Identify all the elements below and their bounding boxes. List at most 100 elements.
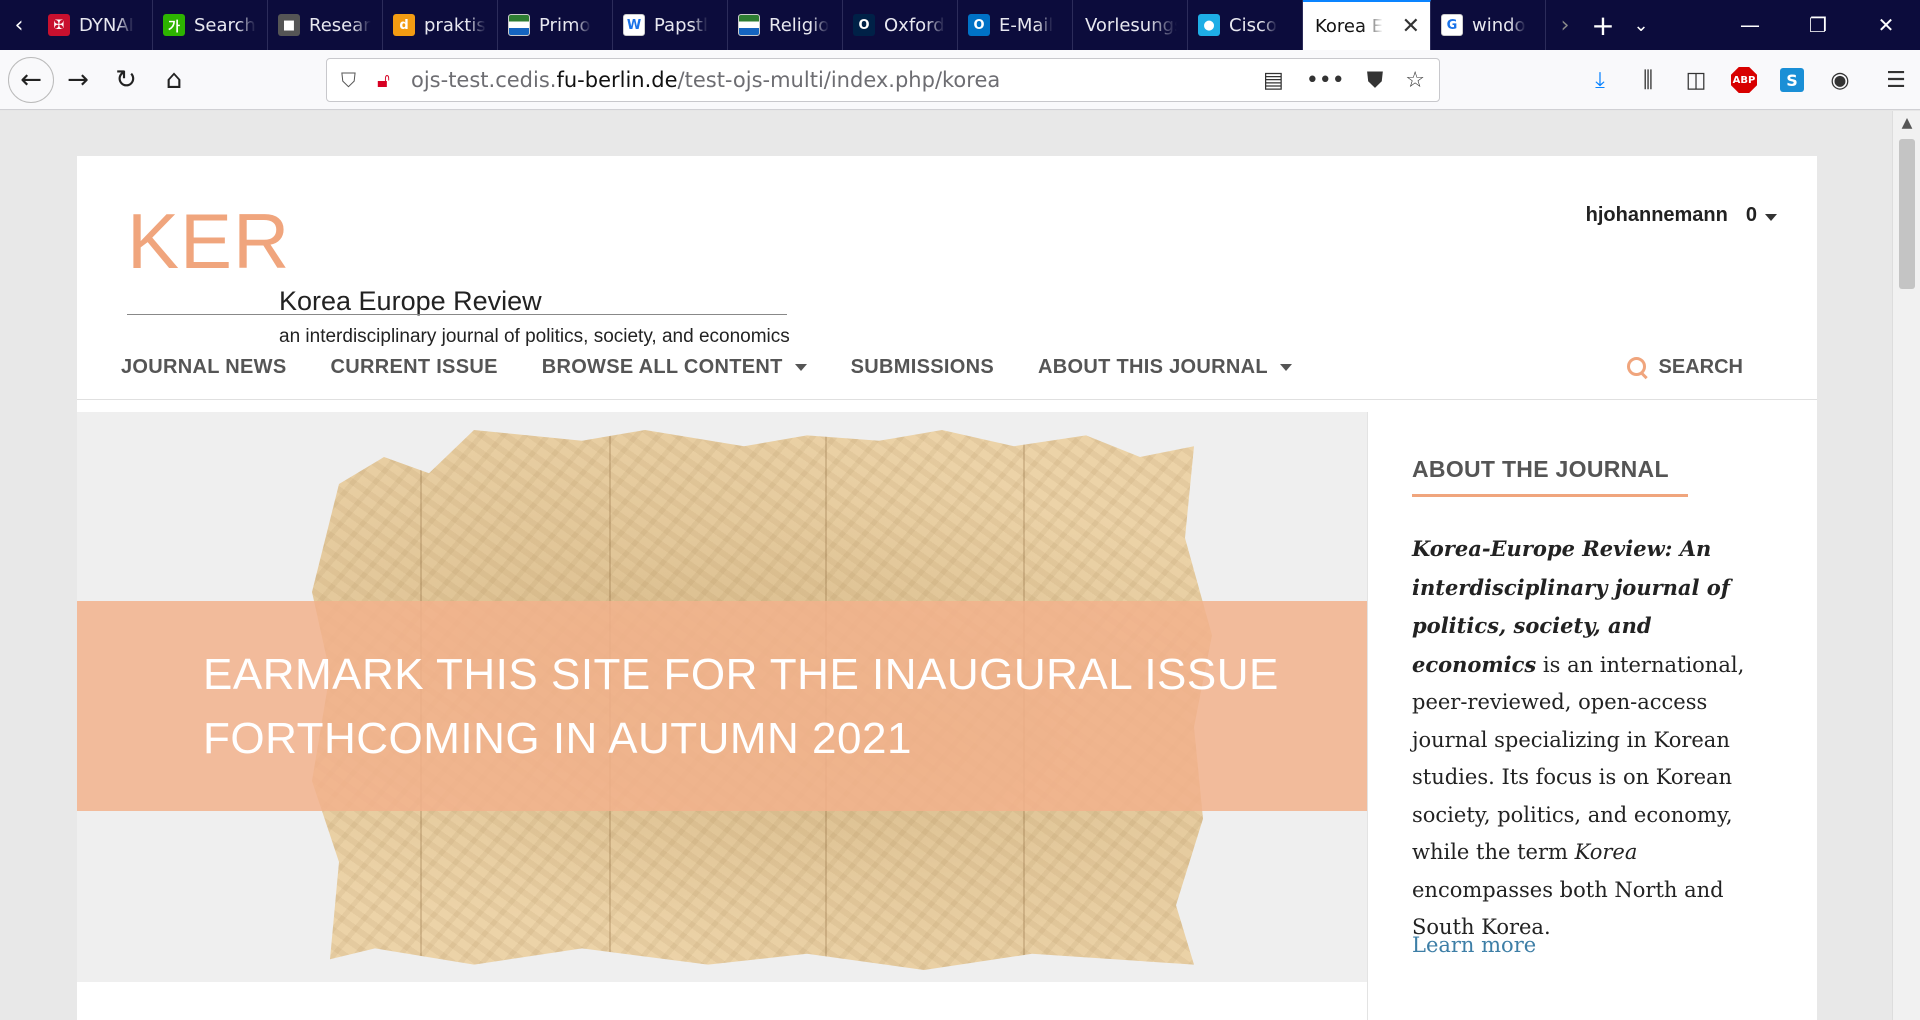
nav-items: JOURNAL NEWS CURRENT ISSUE BROWSE ALL CONT…: [121, 350, 1292, 384]
d-letter-icon: d: [393, 14, 415, 36]
bookmark-star-icon[interactable]: ☆: [1405, 68, 1425, 93]
main-navigation: JOURNAL NEWS CURRENT ISSUE BROWSE ALL CONT…: [77, 350, 1817, 400]
browser-tab[interactable]: Vorlesungs: [1073, 0, 1188, 50]
tab-label: Religio: [769, 14, 830, 36]
browser-tab[interactable]: ● Cisco: [1188, 0, 1303, 50]
tab-label: Papstl: [654, 14, 708, 36]
browser-tab[interactable]: 가 Search: [153, 0, 268, 50]
new-tab-icon[interactable]: +: [1584, 0, 1622, 50]
library-flag-icon: [508, 14, 530, 36]
reader-view-icon[interactable]: ▤: [1263, 68, 1284, 93]
search-label: SEARCH: [1658, 355, 1743, 378]
outlook-icon: O: [968, 14, 990, 36]
university-crest-icon: ✠: [48, 14, 70, 36]
journal-page: KER Korea Europe Review an interdiscipli…: [77, 156, 1817, 1020]
sidebar: ABOUT THE JOURNAL Korea-Europe Review: A…: [1367, 412, 1817, 1020]
tab-label: Resear: [309, 14, 371, 36]
tab-label: Cisco: [1229, 14, 1277, 36]
oxford-icon: O: [853, 14, 875, 36]
nav-item-label: ABOUT THIS JOURNAL: [1038, 355, 1268, 378]
scroll-tabs-right-icon[interactable]: ›: [1546, 0, 1584, 50]
google-icon: G: [1441, 14, 1463, 36]
url-text[interactable]: ojs-test.cedis.fu-berlin.de/test-ojs-mul…: [411, 68, 1000, 92]
insecure-lock-icon[interactable]: 🔓︎: [377, 68, 403, 92]
tab-label: Search: [194, 14, 256, 36]
navigation-toolbar: ← → ↻ ⌂ ⛉ 🔓︎ ojs-test.cedis.fu-berlin.de…: [0, 50, 1920, 110]
tab-label: Oxford: [884, 14, 945, 36]
journal-logo[interactable]: KER Korea Europe Review an interdiscipli…: [127, 202, 790, 347]
hero-announcement: EARMARK THIS SITE FOR THE INAUGURAL ISSU…: [203, 650, 1279, 763]
user-menu[interactable]: hjohannemann 0: [1586, 204, 1777, 227]
journal-tagline: an interdisciplinary journal of politics…: [279, 326, 790, 347]
sidebar-title: ABOUT THE JOURNAL: [1412, 456, 1669, 482]
browser-tab[interactable]: O E-Mail: [958, 0, 1073, 50]
library-icon[interactable]: ⫼: [1624, 56, 1672, 104]
scroll-up-arrow-icon[interactable]: ▲: [1893, 115, 1920, 131]
s-extension-icon[interactable]: S: [1768, 56, 1816, 104]
notification-count[interactable]: 0: [1746, 204, 1777, 227]
restore-window-icon[interactable]: ❐: [1784, 0, 1852, 50]
sidebar-toggle-icon[interactable]: ◫: [1672, 56, 1720, 104]
chevron-down-icon: [1279, 363, 1292, 371]
tracking-protection-shield-icon[interactable]: ⛉: [341, 68, 365, 92]
browser-tab[interactable]: W Papstl: [613, 0, 728, 50]
nav-item-current-issue[interactable]: CURRENT ISSUE: [330, 350, 497, 384]
wordpress-icon: W: [623, 14, 645, 36]
browser-tab[interactable]: Primo: [498, 0, 613, 50]
tab-label: Vorlesungs: [1085, 14, 1177, 36]
hero-banner: EARMARK THIS SITE FOR THE INAUGURAL ISSU…: [77, 601, 1367, 811]
page-viewport: KER Korea Europe Review an interdiscipli…: [0, 111, 1920, 1020]
hamburger-menu-icon[interactable]: ☰: [1872, 56, 1920, 104]
webex-icon: ●: [1198, 14, 1220, 36]
adblock-plus-icon[interactable]: ABP: [1720, 56, 1768, 104]
learn-more-link[interactable]: Learn more: [1412, 933, 1536, 957]
page-scrollbar[interactable]: ▲: [1892, 111, 1920, 1020]
search-link[interactable]: SEARCH: [1626, 350, 1743, 384]
home-icon[interactable]: ⌂: [150, 56, 198, 104]
about-description: Korea-Europe Review: An interdisciplinar…: [1412, 536, 1745, 939]
nav-item-label: SUBMISSIONS: [850, 355, 994, 378]
nav-item-about-this-journal[interactable]: ABOUT THIS JOURNAL: [1038, 350, 1292, 384]
pocket-icon[interactable]: ⛊: [1367, 68, 1384, 93]
browser-tab[interactable]: Gwindo: [1431, 0, 1546, 50]
address-bar[interactable]: ⛉ 🔓︎ ojs-test.cedis.fu-berlin.de/test-oj…: [326, 58, 1440, 102]
library-flag-icon: [738, 14, 760, 36]
close-tab-icon[interactable]: ✕: [1402, 14, 1420, 39]
browser-tab[interactable]: d praktis: [383, 0, 498, 50]
browser-tab[interactable]: ✠ DYNAI: [38, 0, 153, 50]
logo-divider: [127, 314, 787, 315]
chevron-down-icon: [794, 363, 807, 371]
minimize-window-icon[interactable]: —: [1716, 0, 1784, 50]
tab-label: E-Mail: [999, 14, 1054, 36]
scrollbar-thumb[interactable]: [1899, 139, 1915, 289]
nav-item-browse-all-content[interactable]: BROWSE ALL CONTENT: [542, 350, 807, 384]
homepage-hero: EARMARK THIS SITE FOR THE INAUGURAL ISSU…: [77, 412, 1367, 982]
username[interactable]: hjohannemann: [1586, 204, 1728, 227]
nav-item-label: JOURNAL NEWS: [121, 355, 287, 378]
browser-tab[interactable]: Religio: [728, 0, 843, 50]
close-window-icon[interactable]: ✕: [1852, 0, 1920, 50]
nav-item-label: BROWSE ALL CONTENT: [541, 355, 783, 378]
scroll-tabs-left-icon[interactable]: ‹: [0, 0, 38, 50]
browser-tab[interactable]: Korea E ✕: [1303, 0, 1431, 50]
korean-dictionary-icon: 가: [163, 14, 185, 36]
nav-item-label: CURRENT ISSUE: [330, 355, 498, 378]
list-all-tabs-icon[interactable]: ⌄: [1622, 0, 1660, 50]
tab-label: Primo: [539, 14, 591, 36]
tab-strip: ‹ ✠ DYNAI 가 Search ■ Resear d praktis Primo W Paps…: [0, 0, 1920, 50]
nav-item-journal-news[interactable]: JOURNAL NEWS: [121, 350, 286, 384]
page-actions-menu-icon[interactable]: •••: [1306, 68, 1345, 93]
account-icon[interactable]: ◉: [1816, 56, 1864, 104]
browser-tab[interactable]: ■ Resear: [268, 0, 383, 50]
reload-icon[interactable]: ↻: [102, 56, 150, 104]
cube-icon: ■: [278, 14, 300, 36]
tab-label: DYNAI: [79, 14, 134, 36]
back-arrow-icon[interactable]: ←: [8, 56, 54, 103]
search-icon: [1626, 357, 1647, 377]
title-underline: [1412, 494, 1688, 497]
nav-item-submissions[interactable]: SUBMISSIONS: [851, 350, 994, 384]
forward-arrow-icon[interactable]: →: [54, 56, 102, 104]
downloads-icon[interactable]: ⤓: [1576, 56, 1624, 104]
chevron-down-icon: [1765, 214, 1777, 221]
browser-tab[interactable]: O Oxford: [843, 0, 958, 50]
